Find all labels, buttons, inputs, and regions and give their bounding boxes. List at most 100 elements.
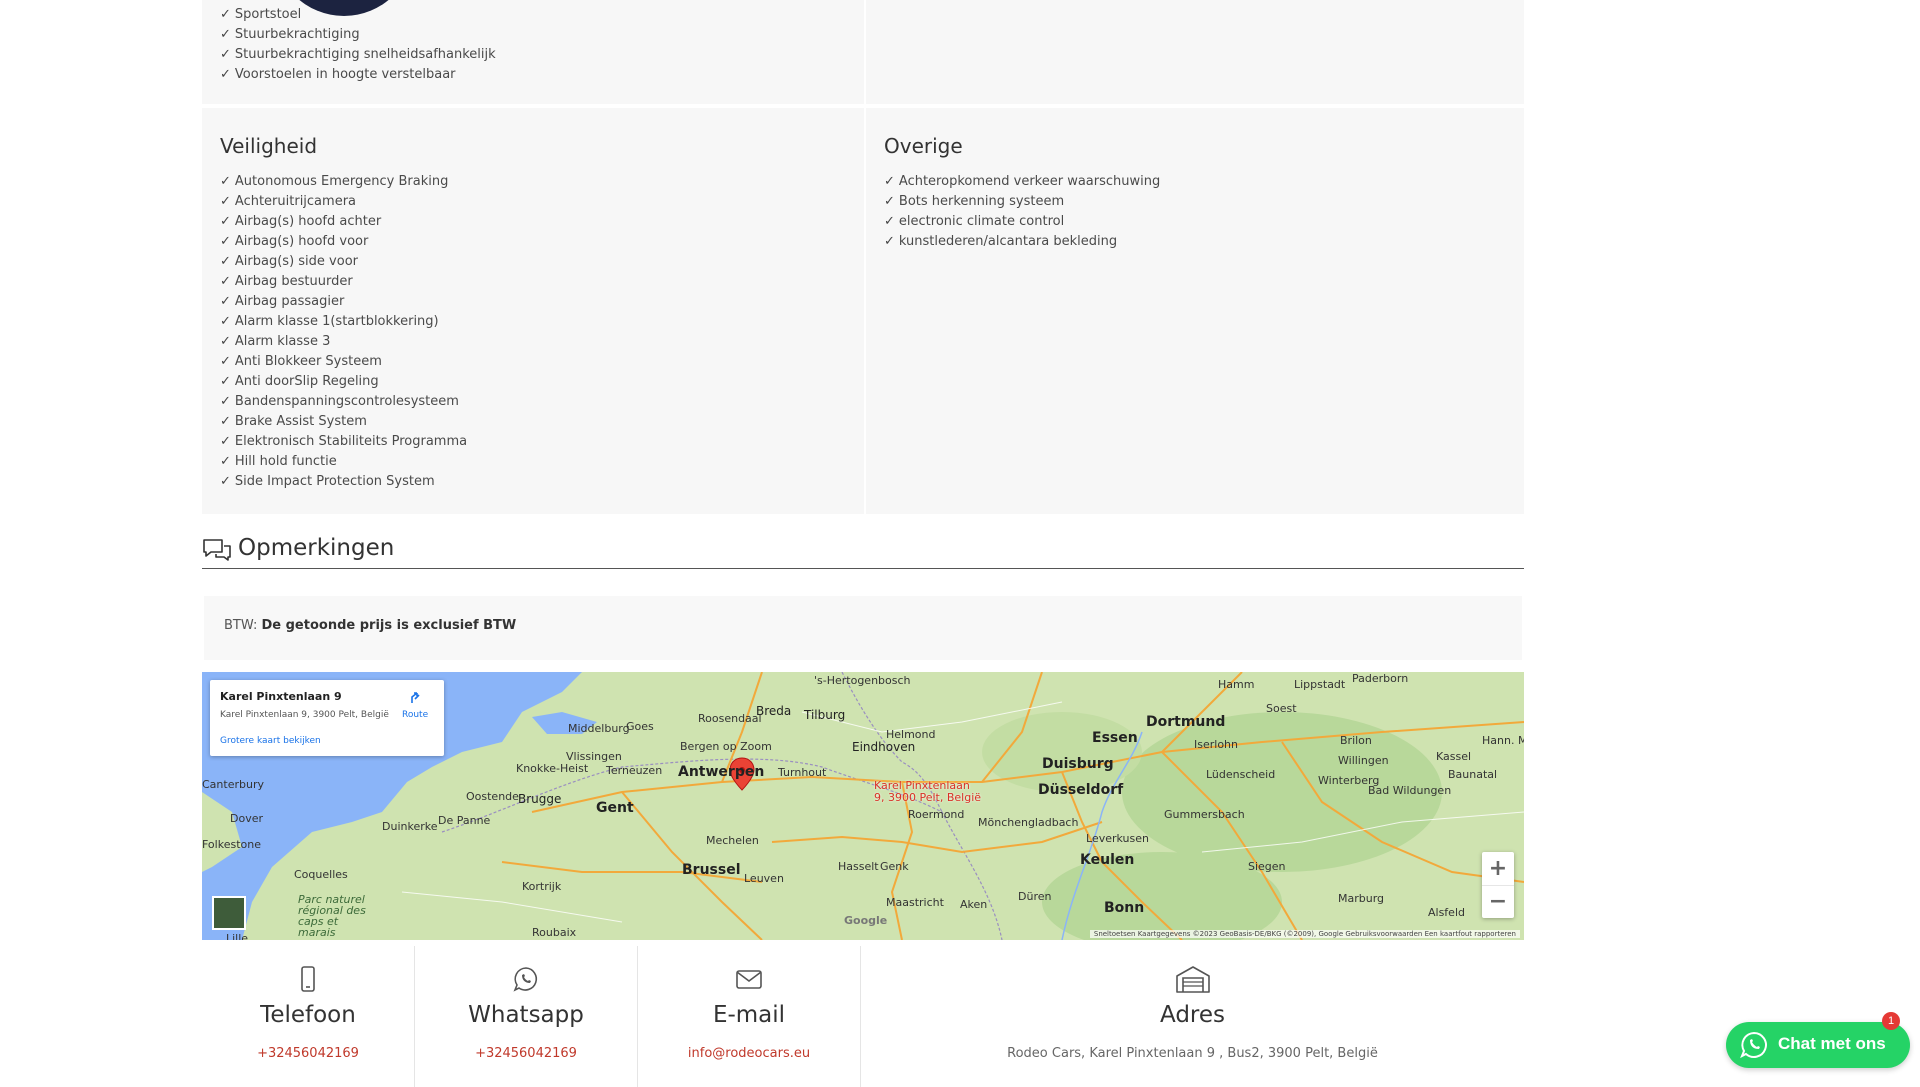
contact-title: E-mail	[712, 1002, 786, 1028]
garage-icon	[1175, 966, 1210, 993]
list-item: ✓ Alarm klasse 1(startblokkering)	[220, 314, 439, 329]
map-label: Iserlohn	[1194, 738, 1238, 751]
map-label: Roosendaal	[698, 712, 762, 725]
list-item: ✓ electronic climate control	[884, 214, 1065, 229]
map-label: Essen	[1092, 730, 1138, 746]
map-label: Leverkusen	[1086, 832, 1149, 845]
list-item: ✓ Alarm klasse 3	[220, 334, 331, 349]
map-label: Maastricht	[886, 896, 944, 909]
list-item: ✓ Stuurbekrachtiging snelheidsafhankelijk	[220, 47, 496, 62]
whatsapp-icon	[513, 967, 538, 992]
map-label: Duisburg	[1042, 756, 1114, 772]
map-label: Lille	[226, 932, 249, 940]
address-text: Rodeo Cars, Karel Pinxtenlaan 9 , Bus2, …	[1007, 1046, 1378, 1061]
map-label: 's-Hertogenbosch	[814, 674, 911, 687]
map-label: Duinkerke	[382, 820, 438, 833]
place-address: Karel Pinxtenlaan 9, 3900 Pelt, België	[220, 710, 389, 720]
map-label: Lippstadt	[1294, 678, 1346, 691]
route-link[interactable]: Route	[402, 710, 428, 720]
map-footer[interactable]: Sneltoetsen Kaartgegevens ©2023 GeoBasis…	[1089, 930, 1520, 938]
map-label: Hasselt	[838, 860, 879, 873]
chat-label: Chat met ons	[1778, 1034, 1886, 1053]
map-label: Baunatal	[1448, 768, 1498, 781]
contact-title: Telefoon	[260, 1002, 356, 1028]
map-label: Gent	[596, 800, 634, 816]
features-top-row: ✓ Sportstoel ✓ Stuurbekrachtiging ✓ Stuurbe…	[202, 0, 1524, 104]
map-label: Knokke-Heist	[516, 762, 589, 775]
contact-address: Adres Rodeo Cars, Karel Pinxtenlaan 9 , …	[861, 946, 1524, 1087]
contact-title: Whatsapp	[468, 1002, 584, 1028]
btw-label: BTW:	[224, 618, 258, 633]
contact-email: E-mail info@rodeocars.eu	[638, 946, 860, 1087]
phone-link[interactable]: +32456042169	[202, 1046, 414, 1061]
map-label: Mönchengladbach	[978, 816, 1079, 829]
map-label: Goes	[626, 720, 654, 733]
map-label: Hamm	[1218, 678, 1255, 691]
map-zoom-control: + −	[1482, 852, 1514, 918]
map-label: Bad Wildungen	[1368, 784, 1452, 797]
veiligheid-list: ✓ Autonomous Emergency Braking ✓ Achteruit…	[220, 172, 467, 492]
veiligheid-panel: Veiligheid ✓ Autonomous Emergency Braking…	[202, 108, 864, 514]
overige-title: Overige	[884, 134, 963, 158]
map-label: Genk	[880, 860, 909, 873]
map-label: Willingen	[1338, 754, 1389, 767]
phone-icon	[301, 966, 315, 992]
list-item: ✓ Elektronisch Stabiliteits Programma	[220, 434, 468, 449]
comfort-list: ✓ Sportstoel ✓ Stuurbekrachtiging ✓ Stuurbe…	[220, 5, 496, 85]
contact-row: Telefoon +32456042169 Whatsapp +32456042…	[202, 946, 1524, 1087]
contact-whatsapp: Whatsapp +32456042169	[415, 946, 637, 1087]
directions-icon[interactable]	[408, 690, 422, 704]
google-logo: Google	[844, 914, 888, 927]
zoom-in-button[interactable]: +	[1482, 852, 1514, 886]
google-map[interactable]: Antwerpen Brussel Gent Essen Dortmund Du…	[202, 672, 1524, 940]
map-label: Brugge	[518, 792, 562, 806]
map-label: Düren	[1018, 890, 1052, 903]
map-label: Düsseldorf	[1038, 782, 1124, 798]
map-layer-toggle[interactable]	[212, 896, 246, 930]
map-label: Hann. Mü	[1482, 734, 1524, 747]
list-item: ✓ Anti doorSlip Regeling	[220, 374, 379, 389]
map-label: Alsfeld	[1428, 906, 1465, 919]
list-item: ✓ Achteruitrijcamera	[220, 194, 357, 209]
email-link[interactable]: info@rodeocars.eu	[638, 1046, 860, 1061]
map-label: Parc naturel régional des caps et marais	[298, 893, 366, 939]
top-right-panel	[866, 0, 1524, 104]
whatsapp-icon	[1740, 1031, 1767, 1059]
map-place-card: Karel Pinxtenlaan 9 Karel Pinxtenlaan 9,…	[210, 680, 444, 756]
map-label: Bonn	[1104, 900, 1145, 916]
map-label: Soest	[1266, 702, 1297, 715]
list-item: ✓ Achteropkomend verkeer waarschuwing	[884, 174, 1161, 189]
map-label: Brussel	[682, 862, 741, 878]
map-label: Oostende	[466, 790, 519, 803]
map-label: Tilburg	[804, 708, 846, 722]
list-item: ✓ Voorstoelen in hoogte verstelbaar	[220, 67, 456, 82]
map-label: Brilon	[1340, 734, 1372, 747]
list-item: ✓ Bots herkenning systeem	[884, 194, 1065, 209]
map-label: Antwerpen	[678, 764, 765, 780]
place-name: Karel Pinxtenlaan 9	[220, 690, 342, 703]
features-mid-row: Veiligheid ✓ Autonomous Emergency Braking…	[202, 108, 1524, 514]
map-label: Marburg	[1338, 892, 1385, 905]
list-item: ✓ Side Impact Protection System	[220, 474, 435, 489]
remarks-heading: Opmerkingen	[202, 532, 1524, 569]
list-item: ✓ Brake Assist System	[220, 414, 367, 429]
map-label: Dortmund	[1146, 714, 1226, 730]
list-item: ✓ Airbag passagier	[220, 294, 345, 309]
contact-title: Adres	[1159, 1002, 1225, 1028]
map-label: Coquelles	[294, 868, 348, 881]
map-label: Canterbury	[202, 778, 264, 791]
map-label: Siegen	[1248, 860, 1286, 873]
comfort-panel: ✓ Sportstoel ✓ Stuurbekrachtiging ✓ Stuurbe…	[202, 0, 864, 104]
btw-notice: BTW: De getoonde prijs is exclusief BTW	[204, 596, 1522, 660]
zoom-out-button[interactable]: −	[1482, 885, 1514, 918]
map-label: Middelburg	[568, 722, 630, 735]
whatsapp-chat-button[interactable]: Chat met ons	[1726, 1022, 1910, 1068]
larger-map-link[interactable]: Grotere kaart bekijken	[220, 736, 321, 746]
map-label: Mechelen	[706, 834, 759, 847]
list-item: ✓ Airbag bestuurder	[220, 274, 353, 289]
map-label: Aken	[960, 898, 988, 911]
whatsapp-link[interactable]: +32456042169	[415, 1046, 637, 1061]
map-label: Eindhoven	[852, 740, 916, 754]
btw-value: De getoonde prijs is exclusief BTW	[261, 618, 517, 633]
list-item: ✓ Anti Blokkeer Systeem	[220, 354, 382, 369]
